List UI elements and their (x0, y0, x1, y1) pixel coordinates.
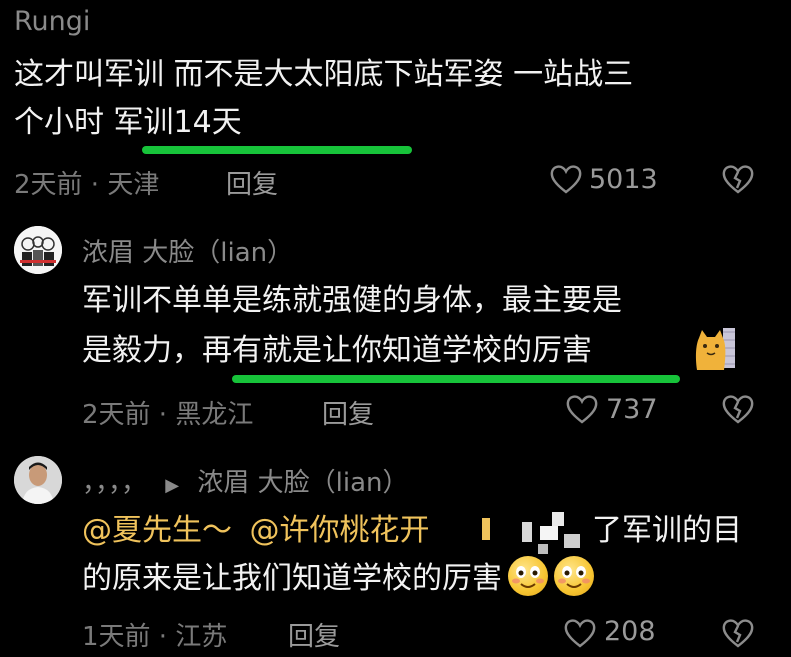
comment-text-line: 是毅力，再有就是让你知道学校的厉害 (82, 333, 592, 368)
comment-username[interactable]: Rungi (14, 6, 90, 37)
reply-to-username[interactable]: 浓眉 大脸（lian） (197, 468, 408, 498)
cat-sticker (693, 326, 737, 376)
comment-text-span: 的原来是让我们知道学校的厉害 (82, 561, 502, 596)
mention-link[interactable]: @许你桃花开 (250, 513, 430, 548)
avatar[interactable] (14, 226, 62, 274)
reply-button[interactable]: 回复 (288, 616, 340, 653)
comment-text-line: 了军训的目 (592, 513, 742, 548)
reply-arrow-icon: ▶ (165, 475, 180, 496)
reply-header: ，，，， ▶ 浓眉 大脸（lian） (82, 462, 409, 499)
mention-link[interactable]: @夏先生～ (82, 513, 232, 548)
comment-text-line: 军训不单单是练就强健的身体，最主要是 (82, 283, 622, 318)
smile-emoji (508, 556, 548, 596)
comment-meta: 2天前 · 黑龙江 (82, 400, 254, 430)
comment-text-line: 个小时 军训14天 (14, 105, 242, 140)
comment-username[interactable]: 浓眉 大脸（lian） (82, 232, 293, 269)
green-underline (142, 146, 412, 154)
broken-heart-icon[interactable] (722, 394, 754, 424)
like-count: 5013 (589, 164, 658, 195)
comment-text-line: 这才叫军训 而不是大太阳底下站军姿 一站战三 (14, 57, 634, 92)
like-count: 737 (606, 394, 658, 425)
reply-button[interactable]: 回复 (322, 394, 374, 431)
avatar[interactable] (14, 456, 62, 504)
green-underline (232, 375, 680, 383)
like-count: 208 (604, 616, 656, 647)
reply-button[interactable]: 回复 (226, 164, 278, 201)
comment-meta: 1天前 · 江苏 (82, 622, 228, 652)
heart-outline-icon[interactable] (550, 164, 582, 194)
mosaic-blur (482, 512, 592, 558)
heart-outline-icon[interactable] (566, 394, 598, 424)
broken-heart-icon[interactable] (722, 164, 754, 194)
comment-text-line: 的原来是让我们知道学校的厉害 (82, 556, 594, 601)
comment-text-line: @夏先生～ @许你桃花开 (82, 508, 430, 553)
heart-outline-icon[interactable] (564, 618, 596, 648)
comment-meta: 2天前 · 天津 (14, 170, 160, 200)
reply-prefix: ，，，， (82, 468, 148, 498)
smile-emoji (554, 556, 594, 596)
broken-heart-icon[interactable] (722, 618, 754, 648)
